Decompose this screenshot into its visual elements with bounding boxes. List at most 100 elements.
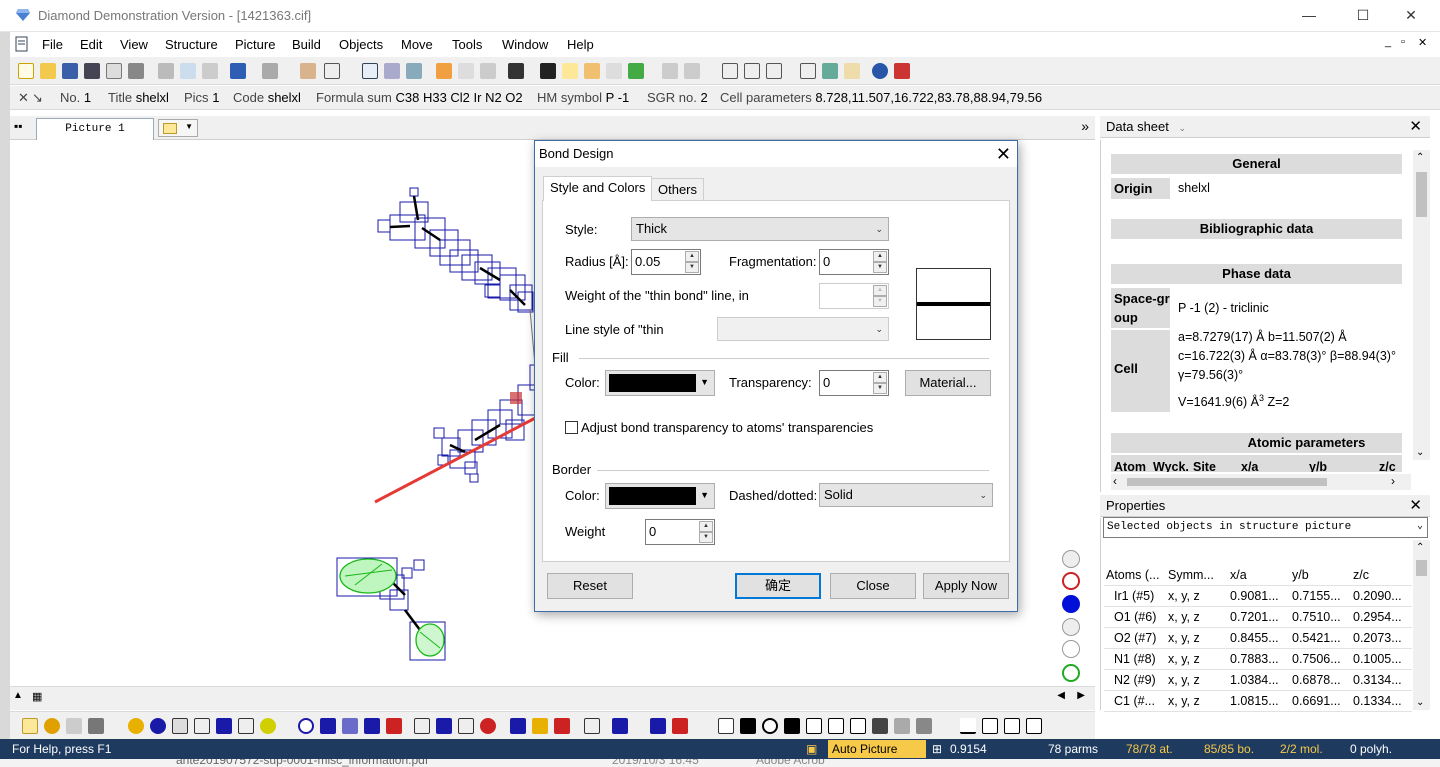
pointer-icon[interactable] [324, 63, 340, 79]
view-green-axis-icon[interactable] [1062, 664, 1080, 682]
refresh-icon[interactable] [406, 63, 422, 79]
help-icon[interactable] [872, 63, 888, 79]
view-blue-icon[interactable] [1062, 595, 1080, 613]
table-icon[interactable] [458, 63, 474, 79]
view-icon[interactable] [362, 63, 378, 79]
properties-selector[interactable]: Selected objects in structure picture ⌄ [1103, 517, 1428, 538]
new-picture-dropdown[interactable]: ▼ [158, 119, 198, 137]
build-icon[interactable] [436, 63, 452, 79]
spin-down-icon[interactable]: ▼ [873, 262, 887, 273]
fe-element-icon[interactable] [584, 718, 600, 734]
view-gray-axis-icon[interactable] [1062, 618, 1080, 636]
tab-others[interactable]: Others [651, 178, 705, 200]
marker-icon[interactable] [480, 718, 496, 734]
translate-icon[interactable] [784, 718, 800, 734]
link-icon[interactable] [194, 718, 210, 734]
bond-atoms-icon[interactable] [128, 718, 144, 734]
delete-bond-icon[interactable] [386, 718, 402, 734]
thin-weight-input[interactable]: ▲ ▼ [819, 283, 889, 309]
paste-view-icon[interactable] [916, 718, 932, 734]
spin-up-icon[interactable]: ▲ [873, 372, 887, 383]
menu-objects[interactable]: Objects [339, 37, 383, 52]
polyhedra-icon[interactable] [238, 718, 254, 734]
grid-icon[interactable] [480, 63, 496, 79]
mdi-close-button[interactable]: ✕ [1418, 36, 1427, 49]
triangle-icon[interactable] [982, 718, 998, 734]
spin-up-icon[interactable]: ▲ [685, 251, 699, 262]
dialog-close-icon[interactable]: ✕ [996, 141, 1011, 167]
table-row[interactable]: Ir1 (#5) x, y, z 0.9081... 0.7155... 0.2… [1104, 586, 1412, 607]
angle-icon[interactable] [436, 718, 452, 734]
settings-icon[interactable] [872, 718, 888, 734]
view-ortho-icon[interactable] [1062, 550, 1080, 568]
copy-icon[interactable] [180, 63, 196, 79]
tabs-overflow-button[interactable]: » [1081, 118, 1089, 134]
add-bond-icon[interactable] [172, 718, 188, 734]
list-icon[interactable] [722, 63, 738, 79]
columns-icon[interactable] [766, 63, 782, 79]
distance-icon[interactable] [414, 718, 430, 734]
binoculars-icon[interactable] [84, 63, 100, 79]
redo-icon[interactable] [262, 63, 278, 79]
hscroll-thumb[interactable] [1127, 478, 1327, 486]
scroll-right-icon[interactable]: ▶ [1077, 690, 1085, 701]
menu-window[interactable]: Window [502, 37, 548, 52]
minimize-button[interactable]: — [1286, 0, 1332, 30]
table-row[interactable]: O2 (#7) x, y, z 0.8455... 0.5421... 0.20… [1104, 628, 1412, 649]
plot-icon[interactable] [800, 63, 816, 79]
auto-picture-status[interactable]: Auto Picture [828, 740, 926, 758]
cluster-icon[interactable] [342, 718, 358, 734]
m-icon[interactable] [650, 718, 666, 734]
material-button[interactable]: Material... [905, 370, 991, 396]
close-window-button[interactable]: ✕ [1388, 0, 1434, 30]
hand-icon[interactable] [300, 63, 316, 79]
picture-icon[interactable] [384, 63, 400, 79]
view-white-icon[interactable] [1062, 640, 1080, 658]
hammer-icon[interactable] [88, 718, 104, 734]
scroll-left-icon[interactable]: ‹ [1113, 474, 1117, 488]
menu-structure[interactable]: Structure [165, 37, 218, 52]
select-pointer-icon[interactable] [718, 718, 734, 734]
properties-close-button[interactable]: ✕ [1409, 495, 1422, 517]
pen-icon[interactable] [1026, 718, 1042, 734]
tab-list-icon[interactable]: ▪▪ [14, 119, 23, 133]
scroll-up-icon[interactable]: ▲ [13, 690, 23, 701]
print-icon[interactable] [128, 63, 144, 79]
material-icon[interactable] [672, 718, 688, 734]
rotate-icon[interactable] [628, 63, 644, 79]
view-red-axis-icon[interactable] [1062, 572, 1080, 590]
menu-help[interactable]: Help [567, 37, 594, 52]
spin-up-icon[interactable]: ▲ [873, 251, 887, 262]
sphere-icon[interactable] [260, 718, 276, 734]
table-row[interactable]: N1 (#8) x, y, z 0.7883... 0.7506... 0.10… [1104, 649, 1412, 670]
radius-input[interactable]: 0.05 ▲ ▼ [631, 249, 701, 275]
transparency-input[interactable]: 0 ▲ ▼ [819, 370, 889, 396]
spin-down-icon[interactable]: ▼ [685, 262, 699, 273]
cross-icon[interactable] [364, 718, 380, 734]
scroll-down-icon[interactable]: ⌄ [1416, 697, 1424, 708]
screen-icon[interactable] [540, 63, 556, 79]
print-preview-icon[interactable] [106, 63, 122, 79]
fragmentation-input[interactable]: 0 ▲ ▼ [819, 249, 889, 275]
hexagon-icon[interactable] [320, 718, 336, 734]
cell-icon[interactable] [510, 718, 526, 734]
paste-icon[interactable] [202, 63, 218, 79]
undo-icon[interactable] [230, 63, 246, 79]
pin-info-icon[interactable]: ↘ [32, 90, 43, 106]
ruler-icon[interactable] [960, 718, 976, 734]
wand-icon[interactable] [66, 718, 82, 734]
move-right-icon[interactable] [684, 63, 700, 79]
properties-vscroll[interactable]: ⌃ ⌄ [1413, 540, 1430, 710]
fill-color-picker[interactable]: ▼ [605, 370, 715, 396]
export-icon[interactable] [584, 63, 600, 79]
chart-icon[interactable] [822, 63, 838, 79]
canvas-scrollbar[interactable]: ▲ ▦ ◀ ▶ [10, 686, 1095, 710]
atoms-icon[interactable] [44, 718, 60, 734]
data-sheet-close-button[interactable]: ✕ [1409, 116, 1422, 138]
layout-icon[interactable] [612, 718, 628, 734]
scroll-down-icon[interactable]: ⌄ [1416, 447, 1424, 458]
rotate-view-icon[interactable] [762, 718, 778, 734]
torsion-icon[interactable] [458, 718, 474, 734]
save-icon[interactable] [62, 63, 78, 79]
tab-style-and-colors[interactable]: Style and Colors [543, 176, 653, 201]
